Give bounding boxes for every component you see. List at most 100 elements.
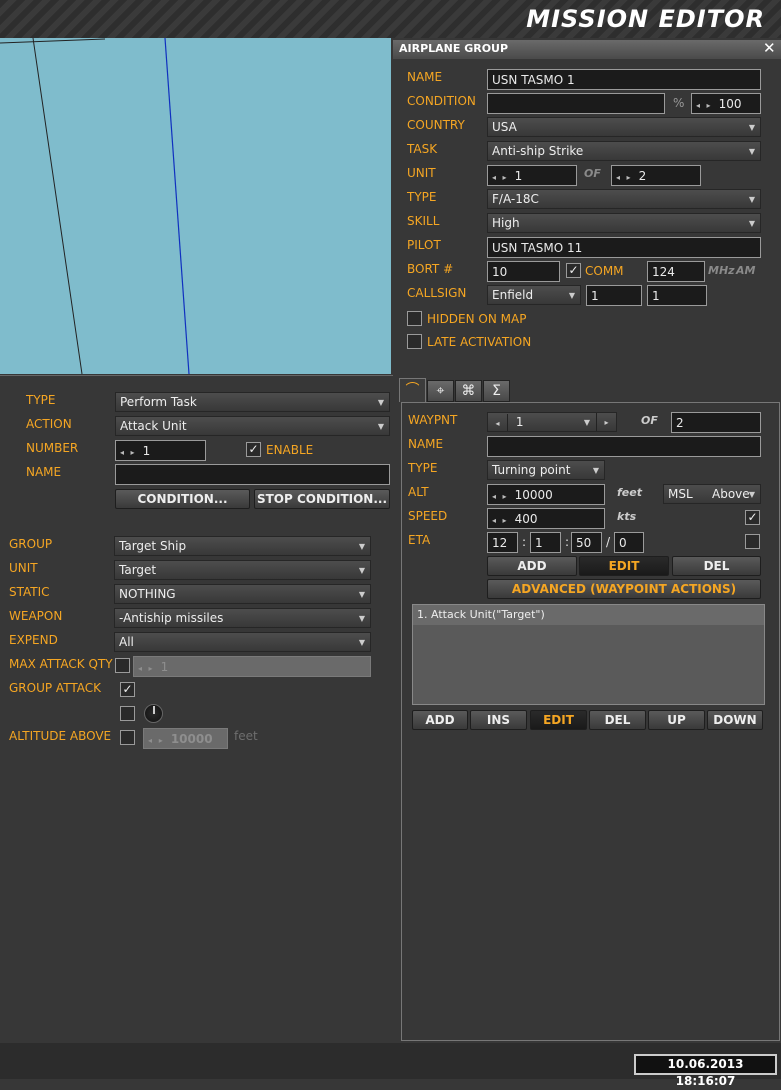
move-down-button[interactable]: DOWN	[707, 710, 763, 730]
close-icon[interactable]: ✕	[763, 39, 776, 57]
static-dropdown[interactable]: NOTHING ▼	[114, 584, 371, 604]
tab-route[interactable]: ⌒	[399, 378, 426, 402]
condition-button[interactable]: CONDITION...	[115, 489, 250, 509]
weapon-value: -Antiship missiles	[119, 611, 224, 625]
max-attack-checkbox[interactable]	[115, 658, 130, 673]
waypoint-type-dropdown[interactable]: Turning point ▼	[487, 460, 605, 480]
target-unit-label: UNIT	[9, 561, 38, 575]
skill-dropdown[interactable]: High ▼	[487, 213, 761, 233]
actions-list[interactable]: 1. Attack Unit("Target")	[412, 604, 765, 705]
altitude-ref: MSL	[668, 487, 693, 501]
speed-lock-checkbox[interactable]: ✓	[745, 510, 760, 525]
target-unit-dropdown[interactable]: Target ▼	[114, 560, 371, 580]
prev-waypoint-icon[interactable]: ◂	[488, 414, 508, 431]
callsign-number2-input[interactable]: 1	[647, 285, 707, 306]
action-name-input[interactable]	[115, 464, 390, 485]
group-attack-checkbox[interactable]: ✓	[120, 682, 135, 697]
target-group-dropdown[interactable]: Target Ship ▼	[114, 536, 371, 556]
action-label: ACTION	[26, 417, 72, 431]
list-item[interactable]: 1. Attack Unit("Target")	[413, 605, 764, 625]
altitude-mode: Above	[712, 487, 750, 501]
static-value: NOTHING	[119, 587, 176, 601]
tab-commands[interactable]: ⌘	[455, 380, 482, 402]
chevron-down-icon: ▼	[748, 123, 755, 132]
pilot-input[interactable]: USN TASMO 11	[487, 237, 761, 258]
eta-label: ETA	[408, 533, 431, 547]
edit-action-button[interactable]: EDIT	[530, 710, 587, 730]
action-value: Attack Unit	[120, 419, 187, 433]
type-label: TYPE	[407, 190, 437, 204]
task-dropdown[interactable]: Anti-ship Strike ▼	[487, 141, 761, 161]
map-view[interactable]	[0, 38, 391, 374]
weapon-dropdown[interactable]: -Antiship missiles ▼	[114, 608, 371, 628]
group-attack-label: GROUP ATTACK	[9, 681, 101, 695]
altitude-above-unit: feet	[234, 729, 258, 743]
eta-hours-input[interactable]: 12	[487, 532, 518, 553]
number-label: NUMBER	[26, 441, 79, 455]
eta-lock-checkbox[interactable]	[745, 534, 760, 549]
action-name-label: NAME	[26, 465, 62, 479]
number-spinner[interactable]: ◂ ▸ 1	[115, 440, 206, 461]
move-up-button[interactable]: UP	[648, 710, 705, 730]
condition-label: CONDITION	[407, 94, 476, 108]
callsign-label: CALLSIGN	[407, 286, 467, 300]
target-unit-value: Target	[119, 563, 157, 577]
next-waypoint-icon[interactable]: ▸	[596, 413, 616, 431]
insert-action-button[interactable]: INS	[470, 710, 527, 730]
action-type-dropdown[interactable]: Perform Task ▼	[115, 392, 390, 412]
stop-condition-button[interactable]: STOP CONDITION...	[254, 489, 390, 509]
eta-days-input[interactable]: 0	[614, 532, 644, 553]
skill-label: SKILL	[407, 214, 440, 228]
waypoint-name-input[interactable]	[487, 436, 761, 457]
edit-waypoint-button[interactable]: EDIT	[579, 556, 669, 576]
hidden-on-map-checkbox[interactable]	[407, 311, 422, 326]
unit-value: 1	[514, 169, 523, 183]
speed-spinner[interactable]: ◂ ▸ 400	[487, 508, 605, 529]
unit-total-spinner[interactable]: ◂ ▸ 2	[611, 165, 701, 186]
action-dropdown[interactable]: Attack Unit ▼	[115, 416, 390, 436]
max-attack-spinner: ◂ ▸ 1	[133, 656, 371, 677]
route-icon: ⌒	[405, 382, 420, 398]
group-label: GROUP	[9, 537, 53, 551]
enable-checkbox[interactable]: ✓	[246, 442, 261, 457]
percent-symbol: %	[673, 96, 685, 110]
callsign-dropdown[interactable]: Enfield ▼	[487, 285, 581, 305]
aircraft-type-dropdown[interactable]: F/A-18C ▼	[487, 189, 761, 209]
action-type-label: TYPE	[26, 393, 56, 407]
eta-seconds-input[interactable]: 50	[571, 532, 602, 553]
country-dropdown[interactable]: USA ▼	[487, 117, 761, 137]
speed-unit: kts	[617, 510, 637, 523]
sigma-icon: Σ	[492, 383, 501, 399]
delete-waypoint-button[interactable]: DEL	[672, 556, 761, 576]
waypoint-selector[interactable]: ◂ 1 ▼ ▸	[487, 412, 617, 432]
bort-input[interactable]: 10	[487, 261, 560, 282]
command-icon: ⌘	[461, 383, 476, 399]
callsign-number1-input[interactable]: 1	[586, 285, 642, 306]
altitude-above-checkbox[interactable]	[120, 730, 135, 745]
group-name-input[interactable]: USN TASMO 1	[487, 69, 761, 90]
advanced-actions-button[interactable]: ADVANCED (WAYPOINT ACTIONS)	[487, 579, 761, 599]
tab-targets[interactable]: ⌖	[427, 380, 454, 402]
late-activation-checkbox[interactable]	[407, 334, 422, 349]
direction-knob-icon[interactable]	[144, 704, 163, 723]
datetime-display: 10.06.2013 18:16:07	[634, 1054, 777, 1088]
chevron-down-icon: ▼	[592, 466, 599, 475]
comm-frequency-input[interactable]: 124	[647, 261, 705, 282]
altitude-spinner[interactable]: ◂ ▸ 10000	[487, 484, 605, 505]
eta-minutes-input[interactable]: 1	[530, 532, 561, 553]
altitude-type-dropdown[interactable]: MSL Above ▼	[663, 484, 761, 504]
add-waypoint-button[interactable]: ADD	[487, 556, 577, 576]
condition-pct-spinner[interactable]: ◂ ▸ 100	[691, 93, 761, 114]
expend-dropdown[interactable]: All ▼	[114, 632, 371, 652]
condition-input[interactable]	[487, 93, 665, 114]
delete-action-button[interactable]: DEL	[589, 710, 646, 730]
unit-spinner[interactable]: ◂ ▸ 1	[487, 165, 577, 186]
comm-checkbox[interactable]: ✓	[566, 263, 581, 278]
add-action-button[interactable]: ADD	[412, 710, 468, 730]
waypoint-of-label: OF	[641, 414, 658, 427]
unit-label: UNIT	[407, 166, 436, 180]
speed-label: SPEED	[408, 509, 448, 523]
tab-summary[interactable]: Σ	[483, 380, 510, 402]
waypoint-value: 1	[515, 415, 524, 429]
direction-checkbox[interactable]	[120, 706, 135, 721]
